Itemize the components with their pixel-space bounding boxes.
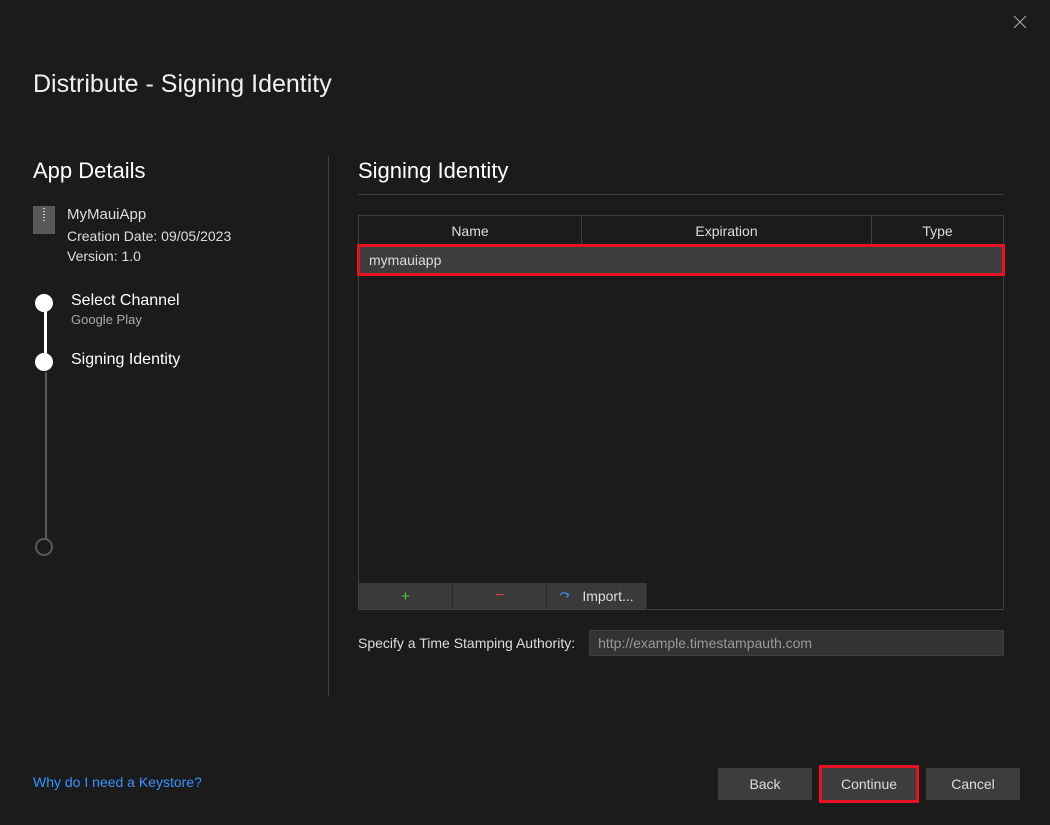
step-dot-filled — [35, 294, 53, 312]
keystore-help-link[interactable]: Why do I need a Keystore? — [33, 774, 202, 790]
column-header-type[interactable]: Type — [872, 216, 1003, 245]
step-label: Select Channel — [71, 292, 180, 310]
table-cell-name: mymauiapp — [369, 252, 441, 268]
identity-table: Name Expiration Type mymauiapp + − — [358, 215, 1004, 610]
cancel-button[interactable]: Cancel — [926, 768, 1020, 800]
column-header-expiration[interactable]: Expiration — [582, 216, 872, 245]
step-dot-current — [35, 353, 53, 371]
app-name: MyMauiApp — [67, 204, 231, 226]
import-arrow-icon — [559, 590, 575, 602]
timestamp-label: Specify a Time Stamping Authority: — [358, 635, 575, 651]
plus-icon: + — [401, 588, 410, 605]
table-header-row: Name Expiration Type — [359, 216, 1003, 246]
vertical-divider — [328, 156, 329, 696]
app-details-heading: App Details — [33, 158, 313, 184]
step-label: Signing Identity — [71, 351, 180, 369]
close-icon — [1012, 14, 1028, 30]
archive-icon — [33, 206, 55, 234]
identity-toolbar: + − Import... — [359, 583, 647, 609]
import-identity-button[interactable]: Import... — [547, 583, 647, 609]
app-info-block: MyMauiApp Creation Date: 09/05/2023 Vers… — [33, 204, 313, 266]
table-row[interactable]: mymauiapp — [359, 246, 1003, 274]
timestamp-authority-input[interactable] — [589, 630, 1004, 656]
continue-button[interactable]: Continue — [822, 768, 916, 800]
heading-divider — [358, 194, 1004, 195]
step-select-channel[interactable]: Select Channel Google Play — [45, 292, 313, 327]
column-header-name[interactable]: Name — [359, 216, 582, 245]
remove-identity-button[interactable]: − — [453, 583, 547, 609]
app-creation-date: Creation Date: 09/05/2023 — [67, 226, 231, 246]
import-label: Import... — [582, 588, 633, 604]
step-sublabel: Google Play — [71, 312, 180, 327]
step-connector-inactive — [45, 372, 47, 544]
dialog-title: Distribute - Signing Identity — [33, 70, 332, 99]
back-button[interactable]: Back — [718, 768, 812, 800]
app-version: Version: 1.0 — [67, 246, 231, 266]
minus-icon: − — [495, 587, 504, 605]
step-signing-identity[interactable]: Signing Identity — [45, 351, 313, 371]
close-button[interactable] — [1012, 14, 1032, 34]
signing-identity-heading: Signing Identity — [358, 158, 1004, 184]
add-identity-button[interactable]: + — [359, 583, 453, 609]
step-dot-empty — [35, 538, 53, 556]
